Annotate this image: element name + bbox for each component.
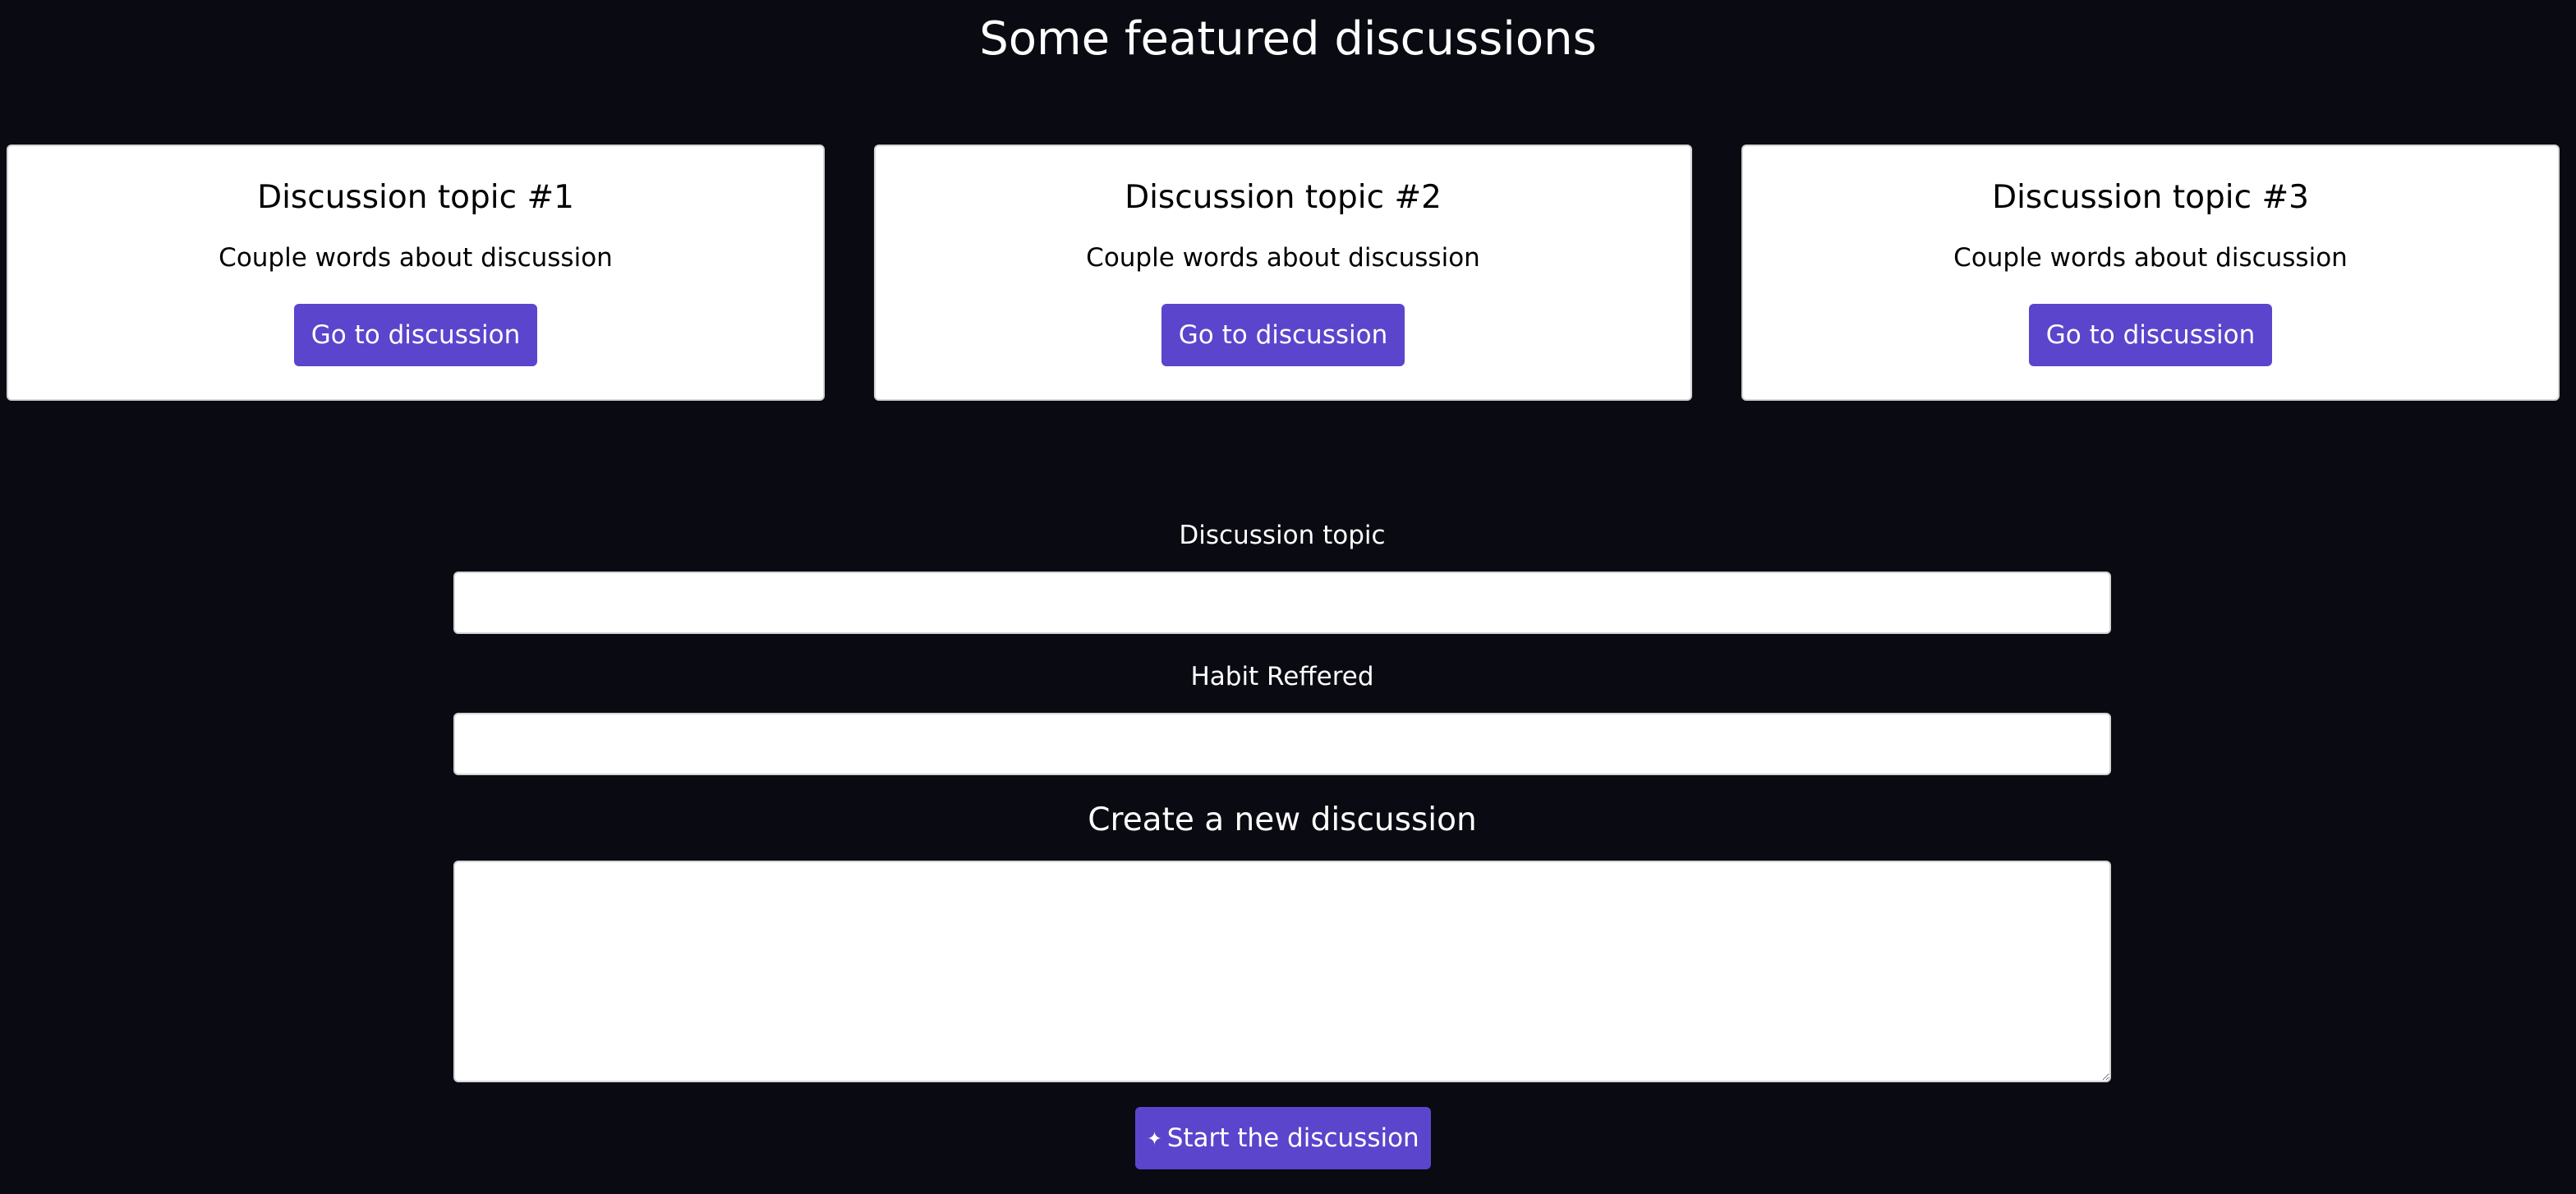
discussion-topic-input[interactable] <box>453 572 2111 634</box>
card-title: Discussion topic #3 <box>1992 179 2309 216</box>
featured-discussions: Discussion topic #1 Couple words about d… <box>7 145 2560 401</box>
discussion-card-1: Discussion topic #1 Couple words about d… <box>7 145 825 401</box>
page-title: Some featured discussions <box>979 12 1597 66</box>
go-to-discussion-button[interactable]: Go to discussion <box>294 304 537 366</box>
discussion-body-textarea[interactable] <box>453 861 2111 1082</box>
card-description: Couple words about discussion <box>218 243 613 273</box>
create-discussion-label: Create a new discussion <box>1088 801 1477 838</box>
card-title: Discussion topic #1 <box>257 179 574 216</box>
card-title: Discussion topic #2 <box>1125 179 1442 216</box>
card-description: Couple words about discussion <box>1086 243 1480 273</box>
discussion-card-2: Discussion topic #2 Couple words about d… <box>874 145 1692 401</box>
page: Some featured discussions Discussion top… <box>0 0 2576 1194</box>
discussion-card-3: Discussion topic #3 Couple words about d… <box>1741 145 2560 401</box>
discussion-topic-label: Discussion topic <box>1179 521 1386 550</box>
card-description: Couple words about discussion <box>1953 243 2348 273</box>
habit-referred-label: Habit Reffered <box>1190 662 1374 691</box>
habit-referred-input[interactable] <box>453 713 2111 775</box>
go-to-discussion-button[interactable]: Go to discussion <box>2029 304 2272 366</box>
start-discussion-label: Start the discussion <box>1166 1123 1419 1153</box>
go-to-discussion-button[interactable]: Go to discussion <box>1162 304 1405 366</box>
plus-icon: ✦ <box>1147 1128 1162 1150</box>
start-discussion-button[interactable]: ✦ Start the discussion <box>1135 1107 1431 1169</box>
